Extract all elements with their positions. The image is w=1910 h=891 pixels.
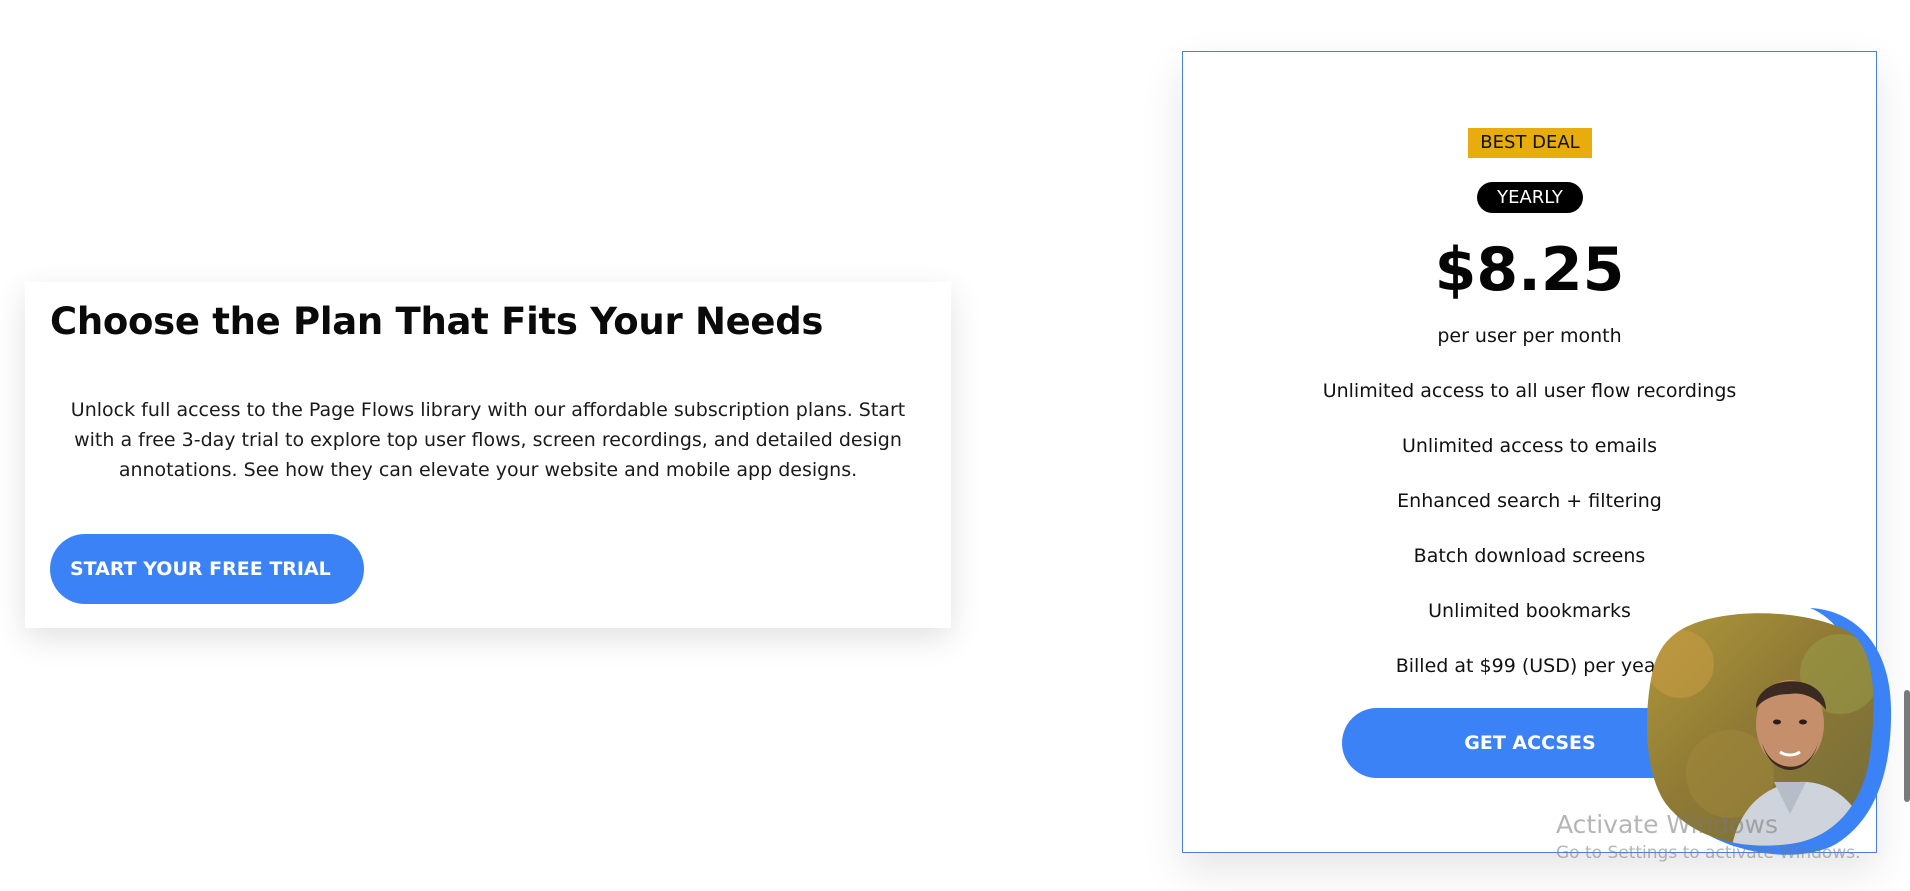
feature-item: Enhanced search + filtering xyxy=(1397,490,1662,512)
intro-description: Unlock full access to the Page Flows lib… xyxy=(70,399,906,481)
intro-card: Choose the Plan That Fits Your Needs Unl… xyxy=(25,282,951,628)
plan-price: $8.25 xyxy=(1434,235,1625,305)
intro-title: Choose the Plan That Fits Your Needs xyxy=(50,300,824,343)
start-free-trial-button[interactable]: START YOUR FREE TRIAL xyxy=(50,534,364,604)
price-unit: per user per month xyxy=(1437,325,1622,347)
best-deal-badge: BEST DEAL xyxy=(1468,128,1592,158)
scrollbar-thumb[interactable] xyxy=(1904,690,1910,802)
feature-item: Unlimited access to emails xyxy=(1401,435,1657,457)
page: Choose the Plan That Fits Your Needs Unl… xyxy=(0,0,1910,891)
avatar xyxy=(1646,608,1892,855)
feature-item: Unlimited access to all user flow record… xyxy=(1322,380,1737,402)
feature-item: Batch download screens xyxy=(1413,545,1646,567)
avatar-chat-widget[interactable] xyxy=(1640,604,1892,858)
billing-period-pill: YEARLY xyxy=(1477,182,1583,213)
